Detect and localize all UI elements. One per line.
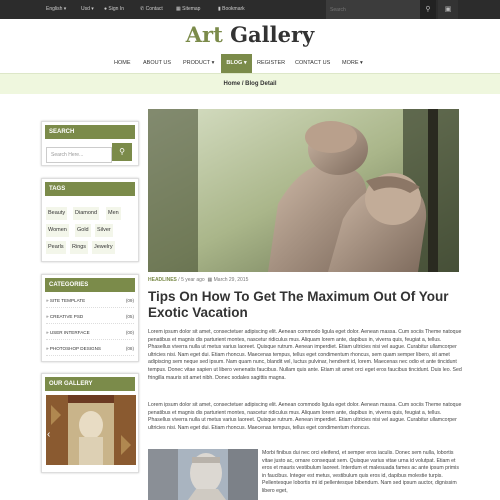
chevron-down-icon: ▾	[211, 60, 215, 66]
category-item[interactable]: » USER INTERFACE (00)	[46, 325, 134, 340]
categories-widget: CATEGORIES » SITE TEMPLATE (09) » CREATIV…	[41, 274, 139, 362]
breadcrumb: Home / Blog Detail	[0, 73, 500, 94]
contact-label: Contact	[145, 6, 163, 12]
chevron-down-icon: ▾	[91, 6, 94, 12]
nav-about[interactable]: ABOUT US	[143, 54, 171, 73]
chevron-left-icon[interactable]: ‹	[47, 429, 50, 440]
contact-link[interactable]: ✆ Contact	[140, 0, 163, 19]
sitemap-label: Sitemap	[182, 6, 201, 12]
nav-register[interactable]: REGISTER	[257, 54, 285, 73]
search-icon[interactable]: ⚲	[420, 0, 436, 19]
bookmark-label: Bookmark	[222, 6, 245, 12]
post-hero-image	[148, 109, 459, 272]
search-icon[interactable]: ⚲	[112, 143, 132, 161]
tags-widget: TAGS Beauty Diamond Men Women Gold Silve…	[41, 178, 139, 262]
category-item[interactable]: » SITE TEMPLATE (09)	[46, 293, 134, 308]
lock-icon: ●	[104, 6, 108, 12]
top-bar: English ▾ Usd ▾ ● Sign In ✆ Contact ▦ Si…	[0, 0, 500, 19]
post-time: 5 year ago	[181, 277, 205, 283]
post-date: March 29, 2015	[213, 277, 249, 283]
post-category[interactable]: HEADLINES	[148, 277, 177, 283]
sidebar-search-input[interactable]: Search Here...	[46, 147, 112, 163]
gallery-image-art	[46, 395, 136, 465]
sign-in-label: Sign In	[108, 6, 124, 12]
category-label: USER INTERFACE	[49, 330, 90, 335]
tag-item[interactable]: Women	[46, 224, 69, 237]
tags-widget-title: TAGS	[45, 182, 135, 196]
chevron-down-icon: ▾	[63, 6, 67, 12]
post-paragraph-3: Morbi finibus dui nec orci eleifend, et …	[262, 450, 459, 494]
currency-selector[interactable]: Usd ▾	[81, 0, 94, 19]
gallery-widget: OUR GALLERY	[41, 373, 139, 473]
gallery-image[interactable]	[46, 395, 136, 465]
category-label: SITE TEMPLATE	[49, 298, 86, 303]
calendar-icon: ▦	[207, 277, 213, 283]
bookmark-link[interactable]: ▮ Bookmark	[218, 0, 245, 19]
tag-item[interactable]: Beauty	[46, 207, 68, 220]
sitemap-link[interactable]: ▦ Sitemap	[176, 0, 200, 19]
main-nav: HOME ABOUT US PRODUCT ▾ BLOG ▾ REGISTER …	[0, 54, 500, 73]
nav-blog[interactable]: BLOG ▾	[221, 54, 252, 73]
tag-item[interactable]: Silver	[95, 224, 113, 237]
post-title: Tips On How To Get The Maximum Out Of Yo…	[148, 289, 449, 320]
post-inline-image	[148, 449, 258, 500]
nav-more-label: MORE	[342, 60, 359, 66]
top-search-input[interactable]	[330, 3, 410, 16]
nav-home[interactable]: HOME	[114, 54, 131, 73]
tag-item[interactable]: Rings	[70, 241, 89, 254]
language-label: English	[46, 6, 63, 12]
logo-art: Art	[185, 22, 223, 47]
category-label: CREATIVE PSD	[49, 314, 84, 319]
inline-image-art	[148, 449, 258, 500]
tag-item[interactable]: Diamond	[73, 207, 100, 220]
language-selector[interactable]: English ▾	[46, 0, 66, 19]
site-logo[interactable]: Art Gallery	[0, 22, 500, 47]
categories-widget-title: CATEGORIES	[45, 278, 135, 292]
hero-image-art	[148, 109, 459, 272]
category-count: (00)	[125, 330, 134, 335]
tag-item[interactable]: Jewelry	[92, 241, 115, 254]
tag-item[interactable]: Gold	[75, 224, 91, 237]
sitemap-icon: ▦	[176, 6, 181, 12]
category-count: (09)	[125, 298, 134, 303]
cart-icon[interactable]: ▣	[438, 0, 458, 19]
nav-product[interactable]: PRODUCT ▾	[183, 54, 214, 73]
bookmark-icon: ▮	[218, 6, 221, 12]
category-item[interactable]: » PHOTOSHOP DESIGNS (08)	[46, 341, 134, 356]
gallery-widget-title: OUR GALLERY	[45, 377, 135, 391]
chevron-down-icon: ▾	[360, 60, 363, 66]
nav-more[interactable]: MORE ▾	[342, 54, 363, 73]
logo-gallery: Gallery	[230, 22, 315, 47]
post-paragraph-2: Lorem ipsum dolor sit amet, consectetuer…	[148, 402, 462, 431]
post-meta: HEADLINES / 5 year ago ▦ March 29, 2015	[148, 277, 249, 283]
category-count: (08)	[125, 346, 134, 351]
category-label: PHOTOSHOP DESIGNS	[49, 346, 101, 351]
tag-item[interactable]: Pearls	[46, 241, 66, 254]
search-widget-title: SEARCH	[45, 125, 135, 139]
tag-item[interactable]: Men	[106, 207, 121, 220]
phone-icon: ✆	[140, 6, 145, 12]
sign-in-link[interactable]: ● Sign In	[104, 0, 124, 19]
post-paragraph-1: Lorem ipsum dolor sit amet, consectetuer…	[148, 329, 462, 381]
nav-product-label: PRODUCT	[183, 60, 211, 66]
chevron-down-icon: ▾	[243, 60, 247, 66]
category-count: (05)	[125, 314, 134, 319]
nav-blog-label: BLOG	[226, 60, 243, 66]
currency-label: Usd	[81, 6, 90, 12]
category-item[interactable]: » CREATIVE PSD (05)	[46, 309, 134, 324]
nav-contact[interactable]: CONTACT US	[295, 54, 330, 73]
breadcrumb-text[interactable]: Home / Blog Detail	[223, 81, 276, 87]
